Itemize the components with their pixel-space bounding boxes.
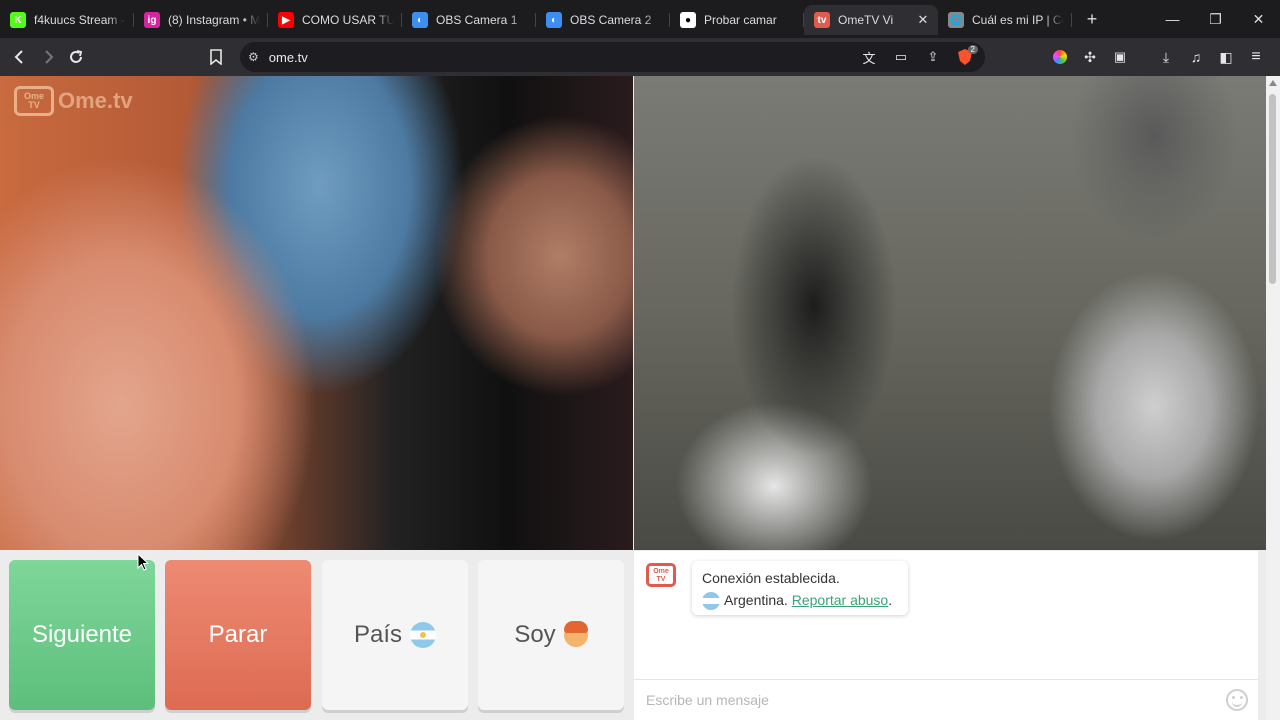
extensions-icon[interactable]: ✣ [1076, 43, 1104, 71]
tab-favicon-icon: tv [814, 12, 830, 28]
window-controls: — ❐ ✕ [1151, 0, 1280, 38]
reload-icon[interactable] [62, 43, 90, 71]
page-scrollbar[interactable] [1266, 76, 1280, 720]
chat-panel: Ome TV Conexión establecida. Argentina. R… [634, 551, 1258, 720]
tab-favicon-icon: K [10, 12, 26, 28]
brave-shield-icon[interactable]: 2 [951, 43, 979, 71]
browser-tab[interactable]: tv OmeTV Vi ✕ [804, 5, 938, 35]
site-info-icon[interactable]: ⚙ [248, 50, 259, 64]
ometv-chat-icon: Ome TV [646, 563, 676, 587]
cast-icon[interactable]: ▭ [887, 43, 915, 71]
tab-title: f4kuucs Stream - [34, 13, 125, 27]
tab-title: COMO USAR TU C [302, 13, 394, 27]
tab-title: (8) Instagram • M [168, 13, 260, 27]
message-input[interactable] [644, 690, 1226, 709]
scroll-up-icon[interactable] [1269, 80, 1277, 86]
country-name: Argentina. [724, 592, 788, 608]
share-icon[interactable]: ⇪ [919, 43, 947, 71]
tv-icon: Ome TV [14, 86, 54, 116]
tab-favicon-icon: ▶ [278, 12, 294, 28]
browser-tab[interactable]: ig (8) Instagram • M [134, 5, 268, 35]
browser-tab[interactable]: Kf4kuucs Stream - [0, 5, 134, 35]
tab-title: OBS Camera 1 [436, 13, 518, 27]
wallet-icon[interactable]: ▣ [1106, 43, 1134, 71]
tab-favicon-icon: ● [680, 12, 696, 28]
local-video: Ome TV Ome.tv [0, 76, 633, 550]
maximize-icon[interactable]: ❐ [1194, 0, 1237, 38]
tab-close-icon[interactable]: ✕ [916, 12, 930, 28]
address-bar[interactable]: ⚙ ome.tv 文 ▭ ⇪ 2 [240, 42, 985, 72]
emoji-icon[interactable] [1226, 688, 1248, 711]
browser-tab[interactable]: ● Probar camar [670, 5, 804, 35]
remote-video [634, 76, 1266, 550]
stop-button[interactable]: Parar [165, 560, 311, 710]
page-content: Ome TV Ome.tv Siguiente Parar País Soy Om… [0, 76, 1266, 720]
ometv-logo: Ome TV Ome.tv [14, 86, 133, 116]
argentina-flag-icon [702, 592, 720, 611]
boy-icon [563, 621, 588, 647]
tab-title: Cuál es mi IP | Có [972, 13, 1064, 27]
scroll-thumb[interactable] [1269, 94, 1276, 284]
logo-text: Ome.tv [58, 88, 133, 113]
connection-status: Conexión establecida. [702, 570, 840, 586]
tab-favicon-icon: ◐ [546, 12, 562, 28]
browser-tab[interactable]: ◐ OBS Camera 2 [536, 5, 670, 35]
menu-icon[interactable]: ≡ [1242, 43, 1270, 71]
tab-title: OmeTV Vi [838, 13, 894, 27]
back-icon[interactable] [6, 43, 34, 71]
tab-favicon-icon: ◐ [412, 12, 428, 28]
gender-button[interactable]: Soy [478, 560, 624, 710]
browser-tab[interactable]: 🌐 Cuál es mi IP | Có [938, 5, 1072, 35]
download-icon[interactable]: ⤓ [1152, 43, 1180, 71]
system-message: Conexión establecida. Argentina. Reporta… [692, 561, 908, 615]
tab-title: OBS Camera 2 [570, 13, 652, 27]
mouse-cursor-icon [137, 553, 149, 571]
argentina-flag-icon [410, 622, 437, 648]
browser-tab[interactable]: ◐ OBS Camera 1 [402, 5, 536, 35]
browser-tab[interactable]: ▶ COMO USAR TU C [268, 5, 402, 35]
translate-icon[interactable]: 文 [855, 43, 883, 71]
report-abuse-link[interactable]: Reportar abuso [792, 592, 889, 608]
tab-favicon-icon: 🌐 [948, 12, 964, 28]
sidebar-icon[interactable]: ◧ [1212, 43, 1240, 71]
music-icon[interactable]: ♫ [1182, 43, 1210, 71]
new-tab-button[interactable]: + [1078, 5, 1106, 33]
country-button[interactable]: País [322, 560, 468, 710]
tab-favicon-icon: ig [144, 12, 160, 28]
color-wheel-icon[interactable] [1046, 43, 1074, 71]
next-button[interactable]: Siguiente [9, 560, 155, 710]
minimize-icon[interactable]: — [1151, 0, 1194, 38]
tab-title: Probar camar [704, 13, 777, 27]
forward-icon[interactable] [34, 43, 62, 71]
shield-count-badge: 2 [967, 45, 978, 54]
message-bar [634, 679, 1258, 719]
bookmark-icon[interactable] [202, 43, 230, 71]
browser-toolbar: ⚙ ome.tv 文 ▭ ⇪ 2 ✣ ▣ ⤓ ♫ ◧ ≡ [0, 38, 1280, 76]
tab-separator [1071, 13, 1072, 27]
close-window-icon[interactable]: ✕ [1237, 0, 1280, 38]
tab-strip: Kf4kuucs Stream - ig (8) Instagram • M ▶ COM… [0, 0, 1280, 38]
url-text[interactable]: ome.tv [269, 50, 308, 65]
